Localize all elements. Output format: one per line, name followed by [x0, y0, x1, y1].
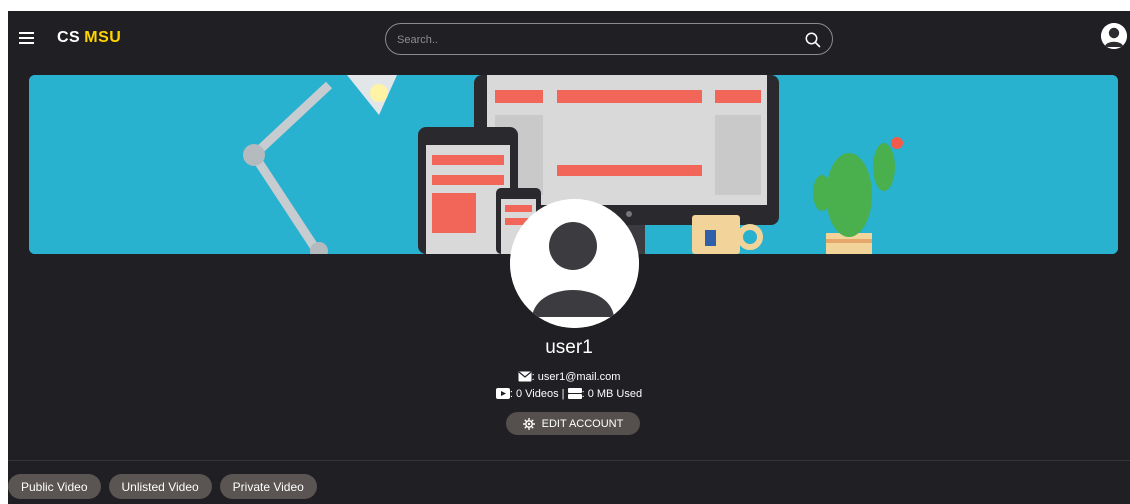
edit-account-button[interactable]: EDIT ACCOUNT [506, 412, 640, 435]
edit-account-label: EDIT ACCOUNT [541, 417, 624, 430]
tab-public-video[interactable]: Public Video [8, 474, 101, 499]
search-icon[interactable] [804, 31, 822, 49]
search-input[interactable] [397, 32, 787, 48]
stats-row: : 0 Videos | : 0 MB Used [8, 388, 1130, 400]
section-divider [8, 460, 1130, 461]
tab-unlisted-video[interactable]: Unlisted Video [108, 474, 212, 499]
search-bar [385, 23, 833, 55]
brand-msu: MSU [84, 29, 122, 46]
gear-icon [522, 417, 535, 430]
user-avatar-icon[interactable] [1101, 23, 1127, 49]
video-icon [495, 388, 510, 399]
email-row: : user1@mail.com [8, 371, 1130, 383]
email-text: : user1@mail.com [531, 371, 621, 383]
app-frame: CS MSU Search.. user1: user1@mail.com:… [8, 11, 1130, 504]
menu-icon[interactable] [19, 32, 34, 45]
profile-avatar[interactable] [510, 199, 639, 328]
brand-logo[interactable]: CS MSU [57, 29, 121, 47]
top-navbar: CS MSU [8, 11, 1130, 67]
brand-cs: CS [57, 29, 81, 46]
storage-icon [567, 388, 582, 399]
mail-icon [518, 371, 532, 382]
video-count-text: : 0 Videos | [509, 388, 565, 400]
tab-private-video[interactable]: Private Video [219, 474, 317, 499]
profile-username: user1 [545, 337, 593, 358]
video-filter-tabs: Public Video Unlisted Video Private Vide… [8, 474, 317, 499]
storage-used-text: : 0 MB Used [581, 388, 643, 400]
